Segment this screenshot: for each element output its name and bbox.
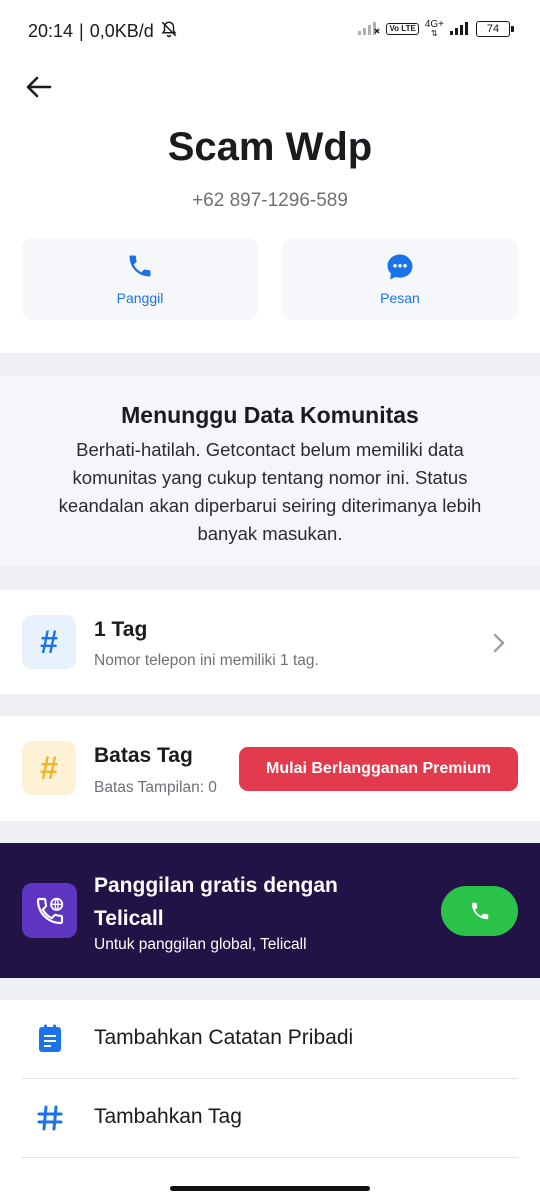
premium-subscribe-button[interactable]: Mulai Berlangganan Premium (239, 747, 518, 791)
tags-title: 1 Tag (94, 618, 148, 641)
telicall-call-button[interactable] (441, 886, 518, 936)
message-button[interactable]: Pesan (282, 238, 518, 320)
telicall-subtitle: Untuk panggilan global, Telicall (94, 936, 307, 953)
add-note-item[interactable]: Tambahkan Catatan Pribadi (0, 1000, 540, 1078)
hashtag-icon (34, 1101, 66, 1135)
contact-name: Scam Wdp (167, 125, 373, 169)
arrow-left-icon (26, 76, 52, 98)
volte-badge: Vo LTE (386, 23, 419, 35)
status-bar-right: Vo LTE 4G+ ⇅ 74 (358, 19, 514, 39)
call-label: Panggil (116, 290, 164, 306)
tags-row[interactable]: # 1 Tag Nomor telepon ini memiliki 1 tag… (0, 590, 540, 694)
mute-bell-icon (160, 20, 178, 43)
tags-subtitle: Nomor telepon ini memiliki 1 tag. (94, 652, 319, 669)
status-separator: | (79, 21, 84, 41)
section-separator (0, 978, 540, 1000)
section-separator (0, 353, 540, 376)
data-arrows-icon: ⇅ (431, 29, 438, 38)
section-separator (0, 566, 540, 590)
network-type: 4G+ (424, 19, 444, 30)
network-indicator: 4G+ ⇅ (424, 19, 444, 39)
add-note-label: Tambahkan Catatan Pribadi (94, 1026, 354, 1049)
add-tag-label: Tambahkan Tag (94, 1105, 242, 1128)
signal-strong-icon (450, 21, 470, 38)
call-button[interactable]: Panggil (22, 238, 258, 320)
tag-limit-subtitle: Batas Tampilan: 0 (94, 779, 217, 796)
community-body: Berhati-hatilah. Getcontact belum memili… (58, 439, 482, 544)
add-tag-item[interactable]: Tambahkan Tag (0, 1079, 540, 1157)
section-separator (0, 821, 540, 843)
contact-phone: +62 897-1296-589 (192, 190, 348, 211)
phone-icon (22, 252, 258, 280)
tag-limit-title: Batas Tag (94, 744, 193, 767)
phone-icon (471, 902, 488, 920)
status-bar: 20:14 | 0,0KB/d Vo LTE 4G+ ⇅ 74 (0, 0, 540, 64)
note-icon (34, 1022, 66, 1056)
battery-icon: 74 (476, 21, 514, 37)
community-title: Menunggu Data Komunitas (121, 402, 419, 428)
back-button[interactable] (22, 70, 56, 104)
battery-level: 74 (486, 23, 500, 35)
section-separator (0, 694, 540, 716)
chevron-right-icon (492, 632, 506, 659)
message-label: Pesan (380, 290, 420, 306)
clock: 20:14 (28, 21, 74, 41)
community-notice: Menunggu Data Komunitas Berhati-hatilah.… (0, 376, 540, 566)
network-speed: 0,0KB/d (89, 21, 154, 41)
home-indicator[interactable] (170, 1186, 370, 1191)
chat-bubble-icon (282, 252, 518, 282)
hashtag-icon: # (22, 615, 76, 669)
signal-weak-icon (358, 21, 380, 38)
status-bar-left: 20:14 | 0,0KB/d (28, 20, 178, 43)
hashtag-icon: # (22, 741, 76, 795)
telicall-logo-icon (22, 883, 77, 938)
list-divider (22, 1157, 518, 1158)
telicall-title: Panggilan gratis dengan Telicall (94, 874, 338, 930)
